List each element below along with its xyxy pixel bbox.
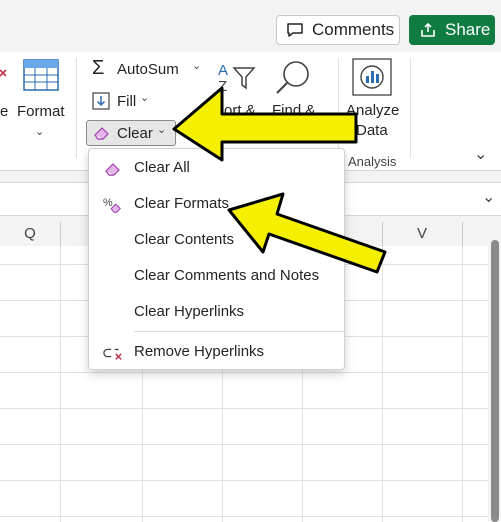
comments-label: Comments [312, 20, 395, 39]
sigma-icon: Σ [92, 57, 105, 79]
ribbon-separator [76, 58, 77, 158]
autosum-button[interactable]: Σ AutoSum ⌄ [92, 57, 207, 83]
column-header-v[interactable]: V [382, 222, 462, 246]
sort-filter-label-top[interactable]: Sort & [214, 102, 256, 119]
format-button[interactable]: Format [17, 103, 65, 120]
menu-item-label: Clear All [134, 159, 190, 176]
delete-cells-icon [0, 62, 8, 97]
menu-item-label: Clear Hyperlinks [134, 303, 245, 320]
share-button[interactable]: Share [409, 15, 495, 45]
sort-filter-chevron-icon[interactable]: ⌄ [251, 120, 260, 133]
menu-item-label: Clear Contents [134, 231, 235, 248]
analyze-data-label-bottom[interactable]: Data [356, 122, 388, 139]
fill-chevron-icon[interactable]: ⌄ [140, 91, 149, 104]
menu-item-label: Clear Comments and Notes [134, 267, 320, 284]
fill-down-icon [92, 92, 110, 115]
collapse-ribbon-chevron-icon[interactable]: ⌄ [474, 144, 487, 164]
svg-text:Z: Z [218, 78, 227, 94]
clear-label: Clear [117, 125, 153, 142]
vertical-scrollbar[interactable] [488, 222, 501, 522]
remove-hyperlink-icon [103, 343, 123, 363]
autosum-label: AutoSum [117, 61, 179, 78]
clear-button[interactable]: Clear ⌄ [86, 120, 176, 146]
find-select-label-top[interactable]: Find & [272, 102, 315, 119]
autosum-chevron-icon[interactable]: ⌄ [192, 59, 201, 72]
menu-separator [134, 331, 344, 332]
menu-item-label: Remove Hyperlinks [134, 343, 265, 360]
menu-item-clear-contents[interactable]: Clear Contents [89, 223, 344, 257]
clear-formats-icon: % [103, 195, 123, 215]
formula-bar-expand-icon[interactable]: ⌄ [482, 187, 495, 207]
comments-button[interactable]: Comments [276, 15, 400, 45]
svg-text:%: % [103, 197, 113, 209]
menu-item-clear-formats[interactable]: % Clear Formats [89, 187, 344, 221]
column-header-q[interactable]: Q [0, 222, 60, 246]
ribbon-separator [338, 58, 339, 158]
find-select-label-bottom[interactable]: Select [267, 122, 309, 139]
sort-filter-icon: AZ [217, 60, 257, 99]
clear-chevron-icon[interactable]: ⌄ [157, 123, 166, 136]
fill-button[interactable]: Fill ⌄ [92, 91, 152, 115]
find-select-chevron-icon[interactable]: ⌄ [313, 120, 322, 133]
delete-label-partial[interactable]: e [0, 103, 8, 120]
comment-icon [286, 22, 304, 38]
menu-item-label: Clear Formats [134, 195, 230, 212]
format-chevron-icon[interactable]: ⌄ [35, 125, 44, 138]
share-label: Share [445, 20, 491, 39]
menu-item-remove-hyperlinks[interactable]: Remove Hyperlinks [89, 335, 344, 369]
menu-item-clear-all[interactable]: Clear All [89, 151, 344, 185]
title-bar: Comments Share [0, 0, 501, 52]
format-cells-icon [22, 58, 60, 97]
menu-item-clear-comments-and-notes[interactable]: Clear Comments and Notes [89, 259, 344, 293]
analysis-group-label: Analysis [348, 154, 397, 169]
menu-item-clear-hyperlinks[interactable]: Clear Hyperlinks [89, 295, 344, 329]
eraser-icon [103, 159, 123, 179]
analyze-data-label-top[interactable]: Analyze [346, 102, 399, 119]
analyze-data-icon [352, 58, 392, 101]
fill-label: Fill [117, 93, 137, 110]
svg-text:A: A [218, 62, 228, 79]
clear-dropdown-menu: Clear All % Clear Formats Clear Contents… [88, 148, 345, 370]
scrollbar-thumb[interactable] [491, 240, 499, 522]
magnifier-icon [272, 58, 316, 101]
ribbon-separator [410, 58, 411, 158]
eraser-icon [93, 125, 111, 146]
sort-filter-label-bottom[interactable]: ilter [219, 122, 243, 139]
share-icon [419, 21, 437, 39]
